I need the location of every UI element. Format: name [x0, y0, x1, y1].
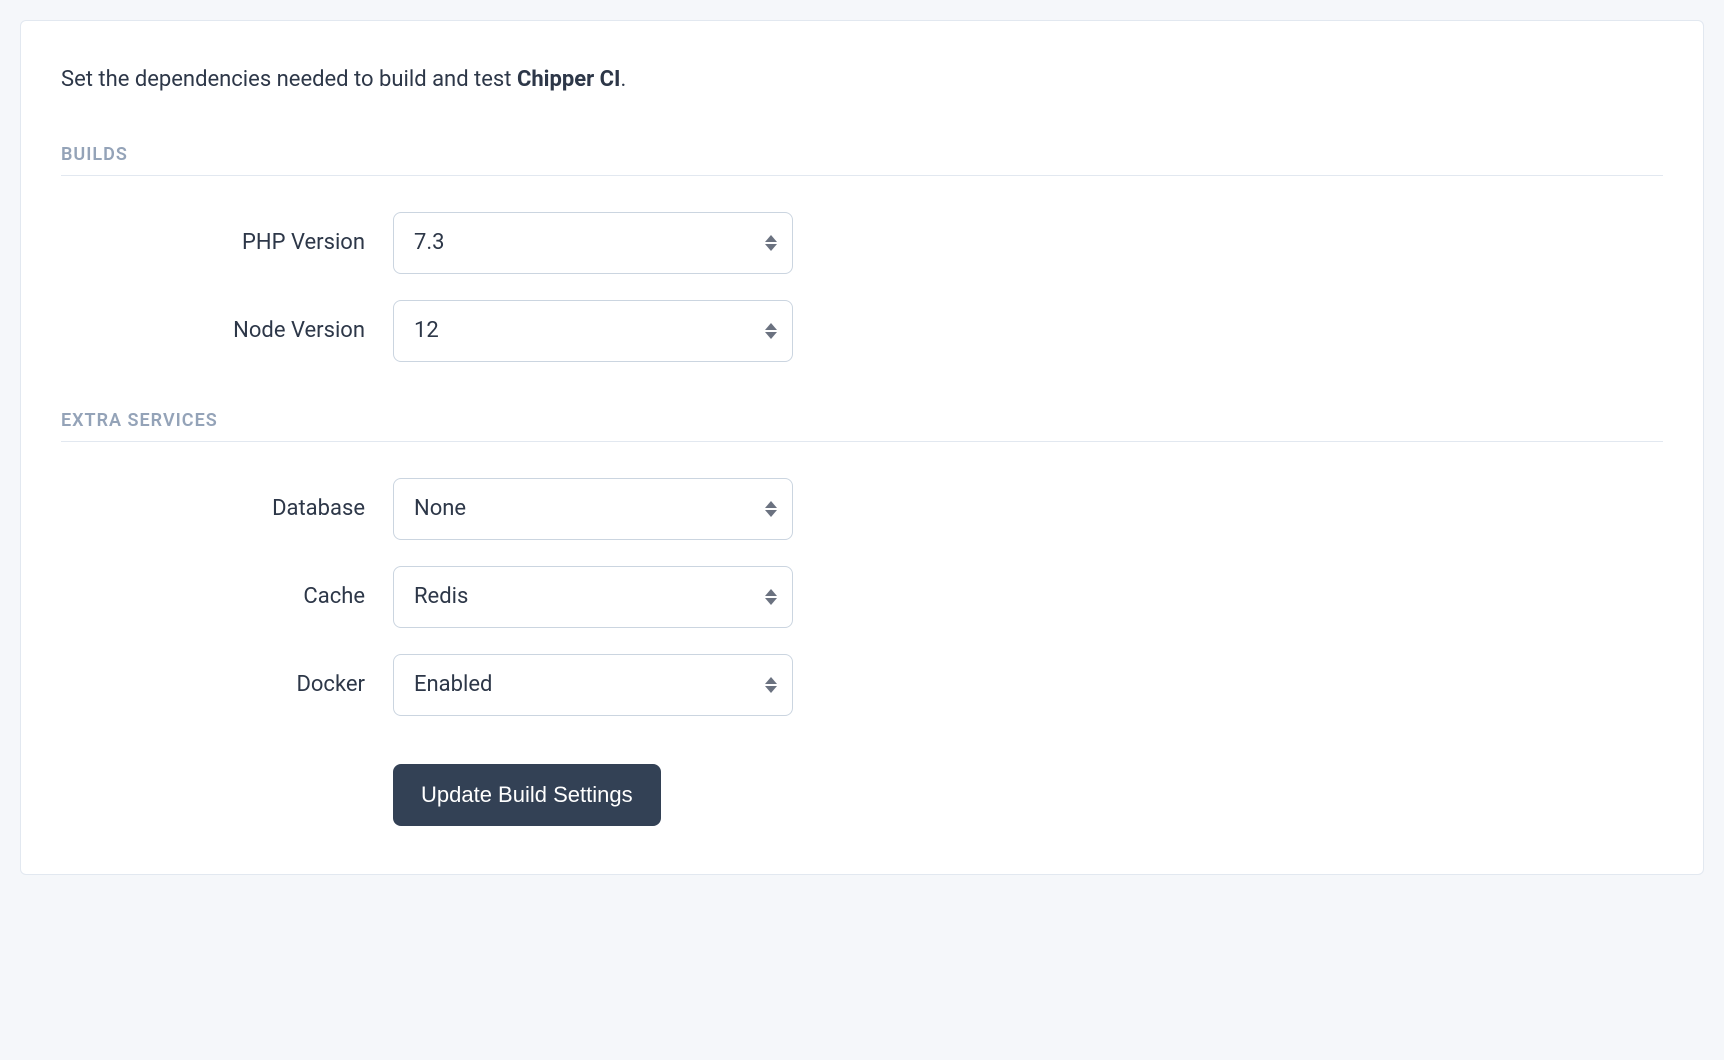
database-label: Database	[61, 496, 393, 521]
database-select[interactable]: None	[393, 478, 793, 540]
builds-section: BUILDS PHP Version 7.3 Node Version 12	[61, 144, 1663, 362]
docker-select[interactable]: Enabled	[393, 654, 793, 716]
node-version-select[interactable]: 12	[393, 300, 793, 362]
extra-services-section-title: EXTRA SERVICES	[61, 410, 1663, 442]
php-version-label: PHP Version	[61, 230, 393, 255]
node-version-select-wrapper: 12	[393, 300, 793, 362]
intro-suffix: .	[620, 67, 626, 92]
extra-services-section: EXTRA SERVICES Database None Cache Redis…	[61, 410, 1663, 716]
intro-prefix: Set the dependencies needed to build and…	[61, 67, 517, 92]
builds-section-title: BUILDS	[61, 144, 1663, 176]
php-version-select[interactable]: 7.3	[393, 212, 793, 274]
database-select-wrapper: None	[393, 478, 793, 540]
node-version-label: Node Version	[61, 318, 393, 343]
intro-text: Set the dependencies needed to build and…	[61, 65, 1663, 96]
build-settings-card: Set the dependencies needed to build and…	[20, 20, 1704, 875]
docker-label: Docker	[61, 672, 393, 697]
database-row: Database None	[61, 478, 1663, 540]
form-actions: Update Build Settings	[393, 764, 1663, 826]
update-build-settings-button[interactable]: Update Build Settings	[393, 764, 661, 826]
cache-select[interactable]: Redis	[393, 566, 793, 628]
cache-select-wrapper: Redis	[393, 566, 793, 628]
docker-row: Docker Enabled	[61, 654, 1663, 716]
php-version-select-wrapper: 7.3	[393, 212, 793, 274]
cache-row: Cache Redis	[61, 566, 1663, 628]
node-version-row: Node Version 12	[61, 300, 1663, 362]
php-version-row: PHP Version 7.3	[61, 212, 1663, 274]
docker-select-wrapper: Enabled	[393, 654, 793, 716]
intro-project-name: Chipper CI	[517, 67, 621, 92]
cache-label: Cache	[61, 584, 393, 609]
